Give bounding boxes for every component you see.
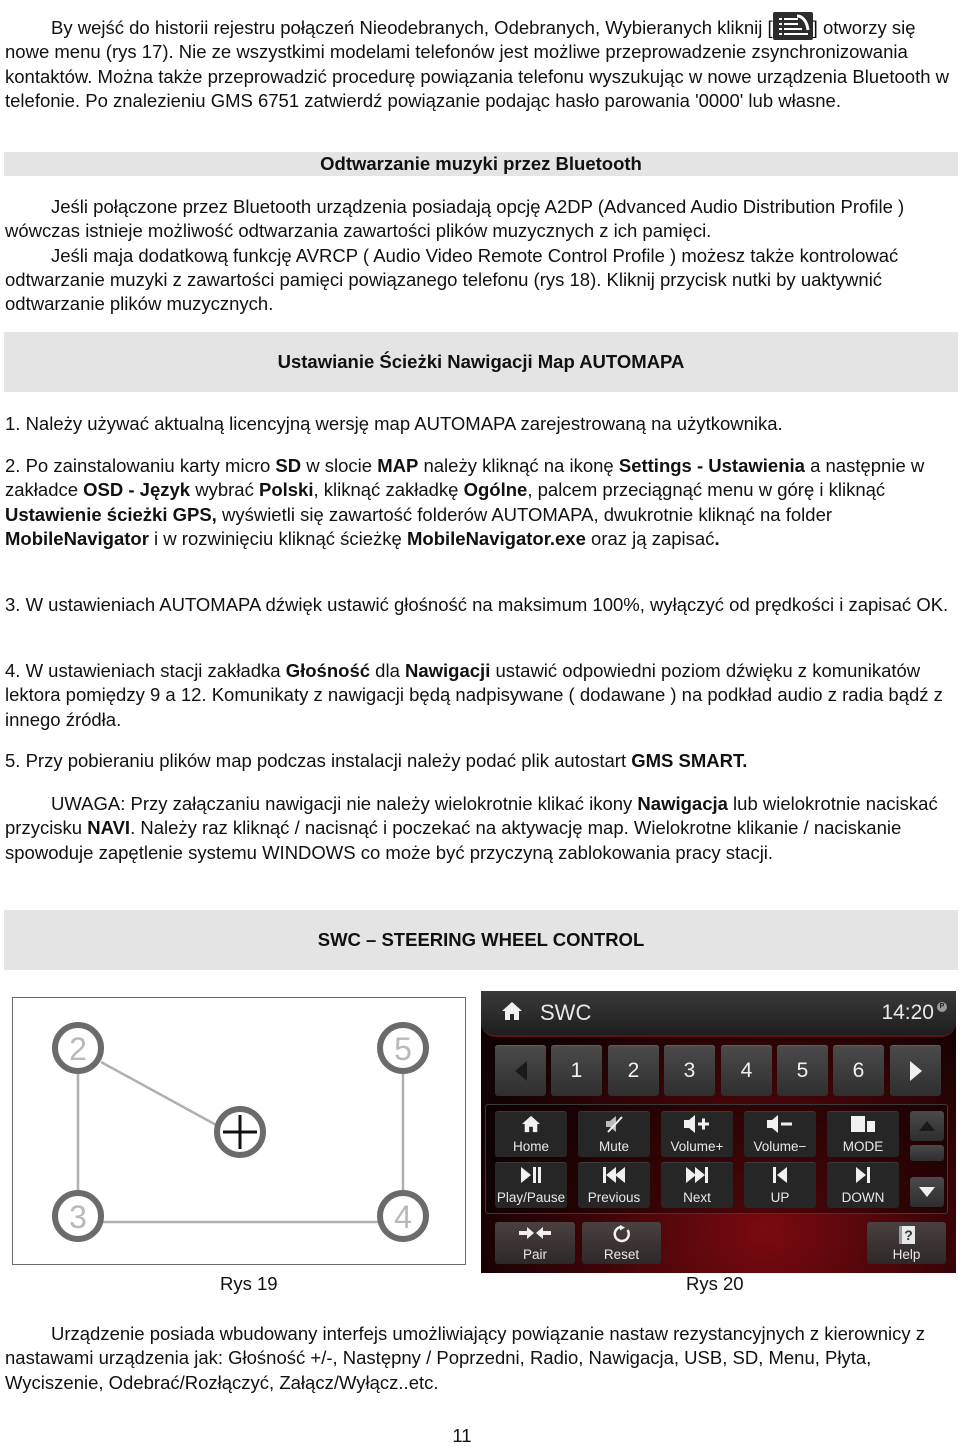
volume-up-icon — [661, 1115, 733, 1135]
next-icon — [661, 1166, 733, 1186]
arrow-down-icon — [919, 1187, 935, 1197]
preset-1-button[interactable]: 1 — [551, 1045, 602, 1096]
pair-button[interactable]: Pair — [495, 1222, 575, 1264]
volume-down-icon — [744, 1115, 816, 1135]
node-5: 5 — [377, 1022, 429, 1074]
scroll-down-button[interactable] — [910, 1177, 944, 1207]
swc-title: SWC — [540, 1000, 592, 1025]
automapa-step-4: 4. W ustawieniach stacji zakładka Głośno… — [5, 660, 943, 730]
down-button[interactable]: DOWN — [827, 1162, 899, 1208]
preset-5-button[interactable]: 5 — [777, 1045, 828, 1096]
scroll-up-button[interactable] — [910, 1111, 944, 1141]
previous-icon — [578, 1166, 650, 1186]
section-header-swc: SWC – STEERING WHEEL CONTROL — [4, 910, 958, 970]
scrollbar-thumb[interactable] — [910, 1145, 944, 1161]
arrow-up-icon — [919, 1121, 935, 1131]
preset-4-button[interactable]: 4 — [721, 1045, 772, 1096]
pair-icon — [495, 1225, 575, 1245]
mute-icon — [578, 1115, 650, 1135]
figure-19-caption: Rys 19 — [220, 1273, 278, 1294]
node-4: 4 — [377, 1190, 429, 1242]
function-panel: Home Mute Volume+ Volume− MODE Play/Paus… — [485, 1104, 948, 1214]
up-track-icon — [744, 1166, 816, 1186]
up-button[interactable]: UP — [744, 1162, 816, 1208]
home-icon[interactable] — [501, 1001, 523, 1026]
svg-text:3: 3 — [69, 1199, 87, 1235]
preset-2-button[interactable]: 2 — [608, 1045, 659, 1096]
arrow-left-icon — [514, 1060, 527, 1081]
preset-left-button[interactable] — [495, 1045, 546, 1096]
automapa-step-1: 1. Należy używać aktualną licencyjną wer… — [5, 413, 783, 434]
figure-19-button-layout: 2 5 3 4 — [12, 997, 466, 1265]
svg-text:4: 4 — [394, 1199, 412, 1235]
automapa-step-2: 2. Po zainstalowaniu karty micro SD w sl… — [5, 455, 925, 549]
intro-paragraph: By wejść do historii rejestru połączeń N… — [5, 12, 955, 113]
preset-right-button[interactable] — [890, 1045, 941, 1096]
figure-20-swc-screen: SWC 14:20 P 1 2 3 4 5 6 Home Mute Volume… — [481, 991, 956, 1273]
node-2: 2 — [52, 1022, 104, 1074]
svg-text:?: ? — [904, 1227, 913, 1243]
down-track-icon — [827, 1166, 899, 1186]
reset-icon — [582, 1225, 661, 1245]
swc-description: Urządzenie posiada wbudowany interfejs u… — [5, 1323, 926, 1393]
preset-3-button[interactable]: 3 — [664, 1045, 715, 1096]
automapa-step-5: 5. Przy pobieraniu plików map podczas in… — [5, 750, 748, 771]
node-3: 3 — [52, 1190, 104, 1242]
reset-button[interactable]: Reset — [582, 1222, 661, 1264]
section-header-bluetooth: Odtwarzanie muzyki przez Bluetooth — [4, 152, 958, 176]
next-button[interactable]: Next — [661, 1162, 733, 1208]
play-pause-icon — [495, 1166, 567, 1186]
mute-button[interactable]: Mute — [578, 1111, 650, 1157]
help-button[interactable]: ? Help — [867, 1222, 946, 1264]
volume-up-button[interactable]: Volume+ — [661, 1111, 733, 1157]
parking-badge: P — [937, 1002, 947, 1012]
node-1 — [214, 1106, 266, 1158]
call-log-icon — [772, 12, 813, 40]
volume-down-button[interactable]: Volume− — [744, 1111, 816, 1157]
mode-button[interactable]: MODE — [827, 1111, 899, 1157]
preset-6-button[interactable]: 6 — [833, 1045, 884, 1096]
previous-button[interactable]: Previous — [578, 1162, 650, 1208]
page-number: 11 — [452, 1425, 472, 1446]
home-icon — [495, 1115, 567, 1135]
svg-text:2: 2 — [69, 1031, 87, 1067]
automapa-warning: UWAGA: Przy załączaniu nawigacji nie nal… — [5, 793, 938, 863]
home-button[interactable]: Home — [495, 1111, 567, 1157]
svg-text:5: 5 — [394, 1031, 412, 1067]
swc-header: SWC 14:20 P — [481, 991, 956, 1037]
help-icon: ? — [867, 1225, 946, 1245]
figure-20-caption: Rys 20 — [686, 1273, 744, 1294]
section-header-automapa: Ustawianie Ścieżki Nawigacji Map AUTOMAP… — [4, 332, 958, 392]
clock: 14:20 — [881, 1001, 934, 1024]
play-pause-button[interactable]: Play/Pause — [495, 1162, 567, 1208]
mode-icon — [827, 1115, 899, 1135]
automapa-step-3: 3. W ustawieniach AUTOMAPA dźwięk ustawi… — [5, 594, 949, 615]
arrow-right-icon — [909, 1060, 922, 1081]
bluetooth-paragraph: Jeśli połączone przez Bluetooth urządzen… — [5, 196, 905, 315]
